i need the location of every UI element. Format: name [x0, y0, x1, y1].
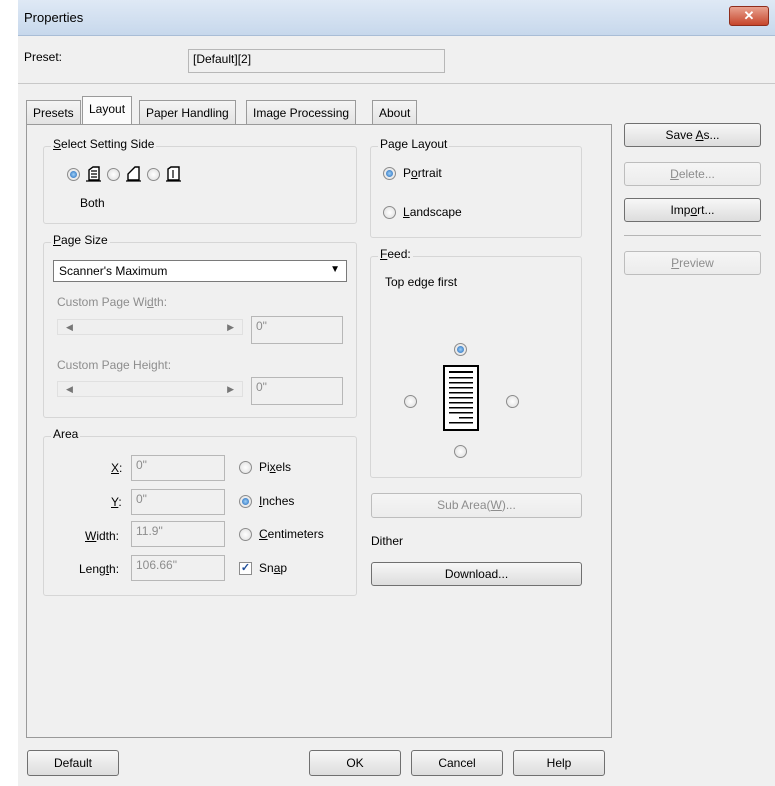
portrait-radio[interactable]: [383, 167, 396, 180]
select-setting-side-group: [43, 146, 357, 224]
tab-paper-handling[interactable]: Paper Handling: [139, 100, 236, 124]
page-size-dropdown[interactable]: Scanner's Maximum ▼: [53, 260, 347, 282]
back-side-icon: [166, 166, 181, 182]
landscape-radio[interactable]: [383, 206, 396, 219]
preview-button[interactable]: Preview: [624, 251, 761, 275]
slider-left-icon: ◀: [66, 322, 73, 332]
preset-value: [Default][2]: [193, 52, 252, 66]
front-side-icon: [126, 166, 141, 182]
area-y-label: Y:: [111, 495, 122, 509]
inches-label: Inches: [259, 494, 295, 508]
tab-layout[interactable]: Layout: [82, 96, 133, 124]
snap-checkbox[interactable]: ✓: [239, 562, 252, 575]
help-button[interactable]: Help: [513, 750, 605, 776]
feed-left-radio[interactable]: [404, 395, 417, 408]
pixels-radio[interactable]: [239, 461, 252, 474]
window-left-edge: [0, 0, 18, 786]
landscape-label: Landscape: [403, 205, 462, 219]
properties-dialog: Preset: [Default][2] Presets Layout Pape…: [18, 36, 775, 786]
default-button[interactable]: Default: [27, 750, 119, 776]
window-title: Properties: [24, 10, 84, 25]
feed-right-radio[interactable]: [506, 395, 519, 408]
area-length-label: Length:: [79, 562, 120, 576]
feed-value: Top edge first: [385, 275, 458, 289]
both-sides-icon: [86, 166, 101, 182]
custom-page-width-label: Custom Page Width:: [57, 295, 168, 309]
sub-area-button[interactable]: Sub Area(W)...: [371, 493, 582, 518]
delete-button[interactable]: Delete...: [624, 162, 761, 186]
custom-page-height-field: 0": [251, 377, 343, 405]
slider-right-icon: ▶: [227, 384, 234, 394]
slider-right-icon: ▶: [227, 322, 234, 332]
slider-left-icon: ◀: [66, 384, 73, 394]
title-bar: Properties ✕: [18, 0, 775, 36]
area-title: Area: [51, 427, 81, 441]
area-x-label: X:: [111, 461, 123, 475]
feed-bottom-radio[interactable]: [454, 445, 467, 458]
custom-page-height-slider: ◀ ▶: [57, 381, 243, 397]
tab-presets[interactable]: Presets: [26, 100, 81, 124]
centimeters-label: Centimeters: [259, 527, 324, 541]
close-icon: ✕: [743, 8, 755, 23]
page-layout-group: [370, 146, 582, 238]
document-feed-icon: [443, 365, 479, 431]
preset-field: [Default][2]: [188, 49, 445, 73]
import-button[interactable]: Import...: [624, 198, 761, 222]
tab-about[interactable]: About: [372, 100, 418, 124]
tab-image-processing[interactable]: Image Processing: [246, 100, 357, 124]
select-setting-side-title: Select Setting Side: [51, 137, 157, 151]
cancel-button[interactable]: Cancel: [411, 750, 503, 776]
page-layout-title: Page Layout: [378, 137, 450, 151]
feed-title: Feed:: [378, 247, 413, 261]
snap-label: Snap: [259, 561, 288, 575]
page-size-title: Page Size: [51, 233, 110, 247]
both-sides-radio[interactable]: [67, 168, 80, 181]
area-x-field: 0": [131, 455, 225, 481]
dither-label: Dither: [371, 534, 404, 548]
custom-page-height-label: Custom Page Height:: [57, 358, 172, 372]
setting-side-value: Both: [80, 196, 105, 210]
custom-page-width-field: 0": [251, 316, 343, 344]
custom-page-width-slider: ◀ ▶: [57, 319, 243, 335]
close-button[interactable]: ✕: [729, 6, 769, 26]
tab-strip: Presets Layout Paper Handling Image Proc…: [26, 96, 626, 126]
area-width-field: 11.9": [131, 521, 225, 547]
save-as-button[interactable]: Save As...: [624, 123, 761, 147]
area-y-field: 0": [131, 489, 225, 515]
divider: [18, 83, 775, 84]
inches-radio[interactable]: [239, 495, 252, 508]
back-side-radio[interactable]: [147, 168, 160, 181]
layout-panel: Select Setting Side Both Page Size Scann…: [26, 124, 612, 738]
chevron-down-icon: ▼: [330, 264, 340, 275]
portrait-label: Portrait: [403, 166, 442, 180]
centimeters-radio[interactable]: [239, 528, 252, 541]
front-side-radio[interactable]: [107, 168, 120, 181]
page-size-value: Scanner's Maximum: [59, 264, 168, 278]
download-button[interactable]: Download...: [371, 562, 582, 586]
feed-top-radio[interactable]: [454, 343, 467, 356]
side-divider: [624, 235, 761, 236]
area-length-field: 106.66": [131, 555, 225, 581]
pixels-label: Pixels: [259, 460, 292, 474]
area-width-label: Width:: [85, 529, 120, 543]
preset-label: Preset:: [24, 50, 63, 64]
ok-button[interactable]: OK: [309, 750, 401, 776]
